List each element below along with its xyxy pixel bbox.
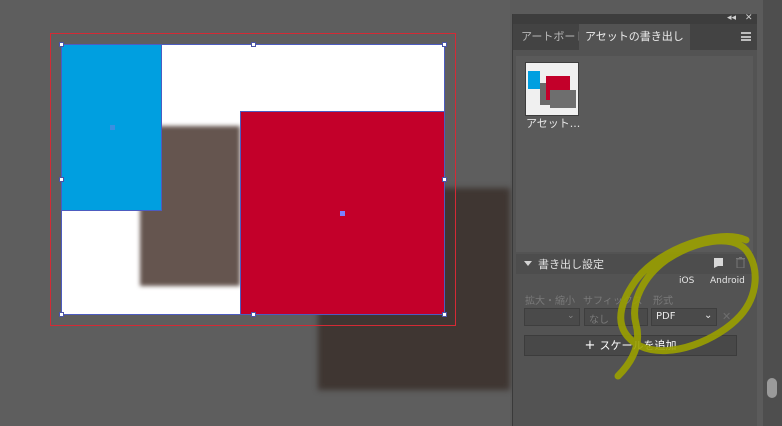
suffix-input[interactable]: なし: [584, 308, 648, 326]
resize-handle-bottom-right[interactable]: [442, 312, 447, 317]
format-value: PDF: [656, 311, 676, 322]
chevron-down-icon[interactable]: ⌄: [567, 311, 575, 321]
export-settings-header[interactable]: 書き出し設定: [516, 254, 753, 274]
scrollbar[interactable]: [763, 0, 782, 426]
export-settings-title: 書き出し設定: [538, 258, 604, 271]
resize-handle-left[interactable]: [59, 177, 64, 182]
tablet-icon[interactable]: [714, 258, 723, 268]
platform-ios-link[interactable]: iOS: [679, 276, 694, 286]
plus-icon: +: [584, 338, 600, 353]
scrollbar-thumb[interactable]: [767, 378, 777, 398]
asset-export-panel: ◂◂ ✕ アートボード アセットの書き出し アセット... 書き出し設定 iOS…: [512, 13, 757, 426]
blue-outline-right: [161, 44, 162, 211]
trash-icon[interactable]: [736, 257, 745, 268]
column-scale-label: 拡大・縮小: [525, 296, 575, 307]
platform-android-link[interactable]: Android: [710, 276, 745, 286]
red-outline-left: [240, 111, 241, 315]
asset-label: アセット...: [526, 117, 581, 130]
column-suffix-label: サフィックス: [583, 296, 643, 307]
add-scale-label: スケールを追加: [599, 339, 677, 352]
blue-center-point: [110, 125, 115, 130]
panel-tabs: アートボード アセットの書き出し: [513, 24, 757, 50]
resize-handle-bottom[interactable]: [251, 312, 256, 317]
red-outline-top: [240, 111, 445, 112]
hamburger-icon[interactable]: [741, 32, 751, 41]
scale-dropdown[interactable]: ⌄: [524, 308, 580, 326]
double-chevron-icon[interactable]: ◂◂: [727, 13, 736, 23]
suffix-placeholder: なし: [589, 315, 609, 326]
close-icon[interactable]: ✕: [745, 13, 753, 23]
asset-thumbnail[interactable]: [525, 62, 579, 116]
resize-handle-top-right[interactable]: [442, 42, 447, 47]
resize-handle-right[interactable]: [442, 177, 447, 182]
x-icon[interactable]: ✕: [722, 310, 731, 323]
tab-asset-export[interactable]: アセットの書き出し: [579, 24, 690, 50]
canvas-area[interactable]: [0, 0, 510, 426]
format-dropdown[interactable]: PDF ⌄: [651, 308, 717, 326]
resize-handle-bottom-left[interactable]: [59, 312, 64, 317]
collapse-triangle-icon[interactable]: [524, 261, 532, 266]
asset-list[interactable]: アセット...: [516, 56, 753, 252]
red-center-point: [340, 211, 345, 216]
resize-handle-top[interactable]: [251, 42, 256, 47]
panel-title-bar[interactable]: ◂◂ ✕: [513, 13, 757, 24]
chevron-down-icon[interactable]: ⌄: [704, 310, 712, 321]
add-scale-button[interactable]: + スケールを追加: [524, 335, 737, 356]
blue-outline-bottom: [61, 210, 162, 211]
column-format-label: 形式: [653, 296, 673, 307]
resize-handle-top-left[interactable]: [59, 42, 64, 47]
